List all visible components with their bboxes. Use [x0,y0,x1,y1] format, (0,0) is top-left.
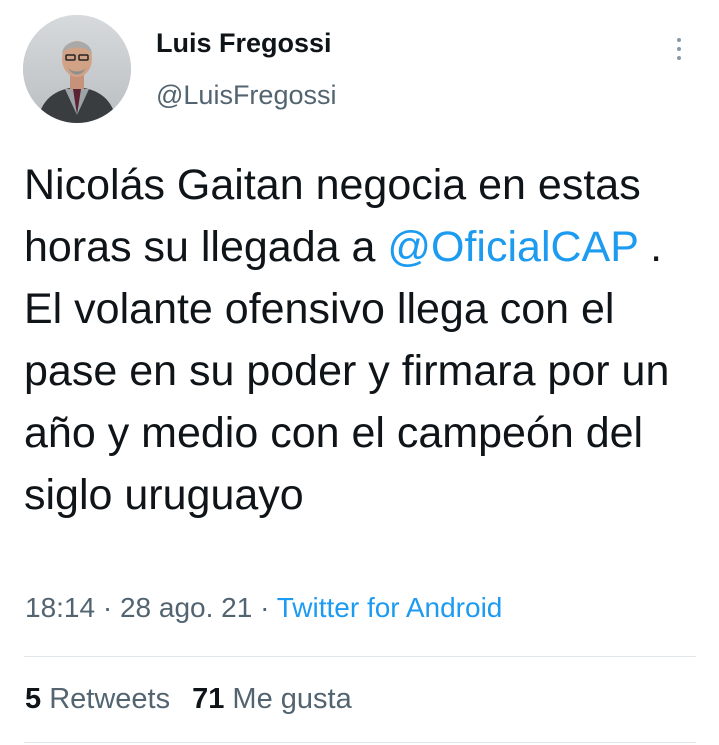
likes-label: Me gusta [232,683,352,715]
likes-stat[interactable]: 71 Me gusta [192,683,352,715]
dot [677,56,681,60]
dot [677,38,681,42]
tweet-meta: 18:14 · 28 ago. 21 · Twitter for Android [25,592,502,624]
retweets-label: Retweets [49,683,171,715]
meta-separator: · [102,592,113,623]
profile-photo-icon [23,15,131,123]
tweet-text: Nicolás Gaitan negocia en estas horas su… [24,154,704,526]
more-options-icon[interactable] [664,32,694,66]
avatar[interactable] [23,15,131,123]
meta-separator: · [260,592,270,623]
author-name[interactable]: Luis Fregossi [156,28,332,59]
tweet-source-link[interactable]: Twitter for Android [277,592,503,623]
mention-link[interactable]: @OficialCAP [387,223,638,271]
likes-count: 71 [192,683,225,715]
divider [24,656,696,657]
dot [677,47,681,51]
author-handle[interactable]: @LuisFregossi [156,80,336,111]
retweets-stat[interactable]: 5 Retweets [25,683,170,715]
tweet-date[interactable]: 28 ago. 21 [120,592,252,623]
retweets-count: 5 [25,683,42,715]
divider [24,742,696,743]
tweet-time[interactable]: 18:14 [25,592,95,623]
tweet-stats: 5 Retweets 71 Me gusta [25,683,352,716]
